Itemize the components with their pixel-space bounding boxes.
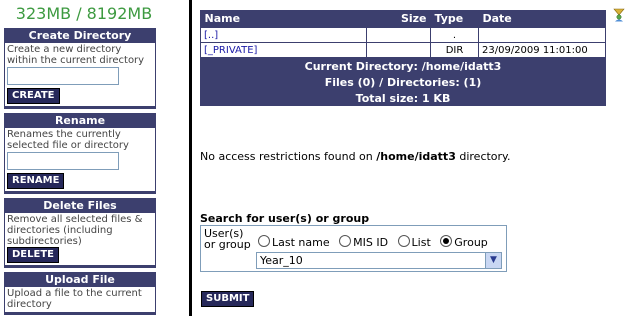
radio-label: Last name bbox=[272, 236, 330, 249]
create-button[interactable]: CREATE bbox=[7, 88, 60, 104]
radio-last-name[interactable] bbox=[258, 235, 270, 247]
col-type[interactable]: Type bbox=[431, 10, 479, 28]
rename-button[interactable]: RENAME bbox=[7, 173, 65, 189]
col-name[interactable]: Name bbox=[201, 10, 367, 28]
col-size[interactable]: Size bbox=[367, 10, 431, 28]
file-size bbox=[366, 42, 431, 58]
group-select[interactable]: Year_10 ▼ bbox=[256, 252, 502, 269]
file-size bbox=[366, 27, 431, 43]
file-name-link[interactable]: [_PRIVATE] bbox=[200, 42, 367, 58]
file-table: Name Size Type Date [..] . [_PRIVATE] DI… bbox=[200, 10, 606, 106]
col-date[interactable]: Date bbox=[479, 10, 606, 28]
create-directory-title: Create Directory bbox=[28, 29, 132, 42]
search-title: Search for user(s) or group bbox=[200, 212, 370, 225]
current-directory: Current Directory: /home/idatt3 bbox=[304, 59, 502, 73]
file-date bbox=[478, 27, 606, 43]
delete-button[interactable]: DELETE bbox=[7, 247, 59, 263]
radio-label: MIS ID bbox=[353, 236, 389, 249]
create-directory-input[interactable] bbox=[7, 67, 119, 85]
rename-panel: Rename Renames the currently selected fi… bbox=[4, 113, 156, 194]
radio-label: List bbox=[411, 236, 431, 249]
upload-file-desc: Upload a file to the current directory bbox=[7, 288, 142, 310]
rename-desc: Renames the currently selected file or d… bbox=[7, 129, 129, 151]
upload-file-panel: Upload File Upload a file to the current… bbox=[4, 272, 156, 315]
user-group-icon[interactable] bbox=[612, 8, 626, 22]
create-directory-desc: Create a new directory within the curren… bbox=[7, 44, 145, 66]
file-date: 23/09/2009 11:01:00 bbox=[478, 42, 606, 58]
file-name-link[interactable]: [..] bbox=[200, 27, 367, 43]
submit-button[interactable]: SUBMIT bbox=[201, 291, 255, 307]
access-message: No access restrictions found on /home/id… bbox=[200, 150, 511, 163]
divider bbox=[189, 0, 192, 316]
delete-files-panel: Delete Files Remove all selected files &… bbox=[4, 198, 156, 268]
file-type: . bbox=[430, 27, 479, 43]
rename-input[interactable] bbox=[7, 152, 119, 170]
access-path: /home/idatt3 bbox=[376, 150, 456, 163]
radio-label: Group bbox=[454, 236, 488, 249]
search-type-options: Last name MIS ID List Group bbox=[256, 235, 492, 249]
file-counts: Files (0) / Directories: (1) bbox=[324, 75, 482, 89]
table-row[interactable]: [_PRIVATE] DIR 23/09/2009 11:01:00 bbox=[200, 42, 606, 58]
sidebar: 323MB / 8192MB Create Directory Create a… bbox=[4, 0, 164, 316]
delete-files-title: Delete Files bbox=[43, 199, 117, 212]
search-label: User(s) or group bbox=[204, 227, 251, 251]
upload-file-title: Upload File bbox=[45, 273, 115, 286]
table-header-row: Name Size Type Date bbox=[201, 10, 606, 28]
group-select-value: Year_10 bbox=[260, 254, 303, 267]
delete-files-desc: Remove all selected files & directories … bbox=[7, 214, 143, 247]
total-size: Total size: 1 KB bbox=[355, 91, 451, 105]
quota-text: 323MB / 8192MB bbox=[15, 4, 153, 23]
file-type: DIR bbox=[430, 42, 479, 58]
radio-list[interactable] bbox=[397, 235, 410, 247]
table-row[interactable]: [..] . bbox=[200, 27, 606, 43]
radio-mis-id[interactable] bbox=[339, 235, 352, 247]
search-form: User(s) or group Last name MIS ID List G… bbox=[200, 225, 507, 272]
chevron-down-icon[interactable]: ▼ bbox=[485, 253, 501, 268]
create-directory-panel: Create Directory Create a new directory … bbox=[4, 28, 156, 109]
radio-group[interactable] bbox=[440, 235, 453, 247]
rename-title: Rename bbox=[54, 114, 106, 127]
